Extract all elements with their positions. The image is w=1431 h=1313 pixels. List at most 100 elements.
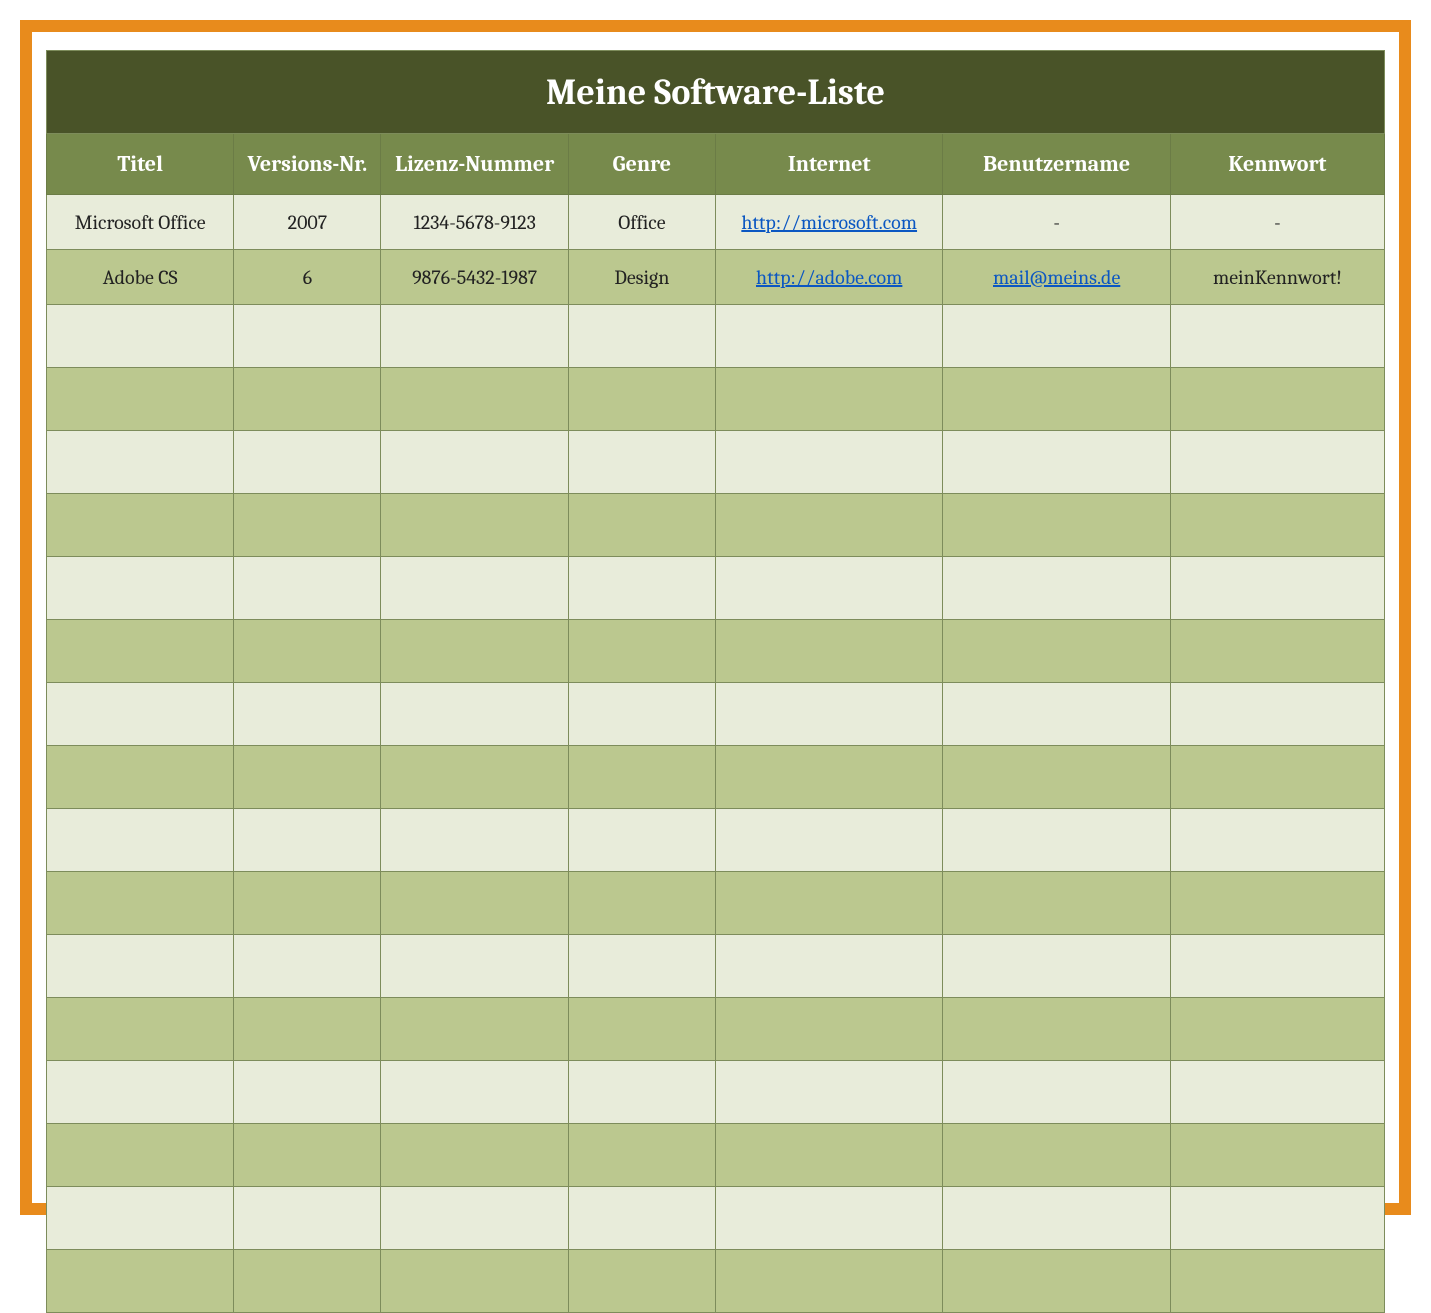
empty-cell[interactable] [943,494,1170,557]
empty-cell[interactable] [1170,998,1384,1061]
empty-cell[interactable] [568,872,715,935]
empty-cell[interactable] [381,935,568,998]
empty-cell[interactable] [715,620,942,683]
empty-cell[interactable] [1170,1250,1384,1313]
empty-cell[interactable] [1170,683,1384,746]
empty-cell[interactable] [234,431,381,494]
cell-internet-link[interactable]: http://adobe.com [756,266,902,289]
cell-lizenz[interactable]: 1234-5678-9123 [381,195,568,250]
empty-cell[interactable] [715,746,942,809]
cell-benutzer[interactable]: - [943,195,1170,250]
table-row[interactable] [47,305,1385,368]
empty-cell[interactable] [47,1250,234,1313]
empty-cell[interactable] [234,368,381,431]
table-row[interactable]: Microsoft Office20071234-5678-9123Office… [47,195,1385,250]
table-row[interactable] [47,557,1385,620]
cell-kennwort[interactable]: - [1170,195,1384,250]
empty-cell[interactable] [568,1124,715,1187]
empty-cell[interactable] [715,809,942,872]
table-row[interactable] [47,1187,1385,1250]
empty-cell[interactable] [943,935,1170,998]
empty-cell[interactable] [943,872,1170,935]
empty-cell[interactable] [1170,1061,1384,1124]
empty-cell[interactable] [715,431,942,494]
empty-cell[interactable] [234,746,381,809]
empty-cell[interactable] [715,305,942,368]
empty-cell[interactable] [943,809,1170,872]
cell-kennwort[interactable]: meinKennwort! [1170,250,1384,305]
empty-cell[interactable] [1170,431,1384,494]
cell-genre[interactable]: Office [568,195,715,250]
empty-cell[interactable] [234,494,381,557]
empty-cell[interactable] [47,872,234,935]
empty-cell[interactable] [47,683,234,746]
table-row[interactable] [47,1250,1385,1313]
empty-cell[interactable] [381,746,568,809]
empty-cell[interactable] [1170,620,1384,683]
empty-cell[interactable] [568,935,715,998]
empty-cell[interactable] [381,1124,568,1187]
empty-cell[interactable] [381,620,568,683]
empty-cell[interactable] [234,1061,381,1124]
empty-cell[interactable] [715,1124,942,1187]
table-row[interactable] [47,1061,1385,1124]
empty-cell[interactable] [715,557,942,620]
table-row[interactable] [47,935,1385,998]
empty-cell[interactable] [381,368,568,431]
cell-titel[interactable]: Microsoft Office [47,195,234,250]
empty-cell[interactable] [1170,935,1384,998]
empty-cell[interactable] [943,1187,1170,1250]
empty-cell[interactable] [1170,746,1384,809]
empty-cell[interactable] [381,494,568,557]
empty-cell[interactable] [568,368,715,431]
cell-benutzer[interactable]: mail@meins.de [943,250,1170,305]
empty-cell[interactable] [715,1250,942,1313]
empty-cell[interactable] [943,746,1170,809]
empty-cell[interactable] [234,557,381,620]
empty-cell[interactable] [943,998,1170,1061]
cell-version[interactable]: 2007 [234,195,381,250]
empty-cell[interactable] [568,746,715,809]
empty-cell[interactable] [943,683,1170,746]
empty-cell[interactable] [943,1250,1170,1313]
empty-cell[interactable] [234,620,381,683]
empty-cell[interactable] [234,305,381,368]
empty-cell[interactable] [568,998,715,1061]
empty-cell[interactable] [47,620,234,683]
empty-cell[interactable] [568,557,715,620]
empty-cell[interactable] [47,809,234,872]
empty-cell[interactable] [943,1124,1170,1187]
empty-cell[interactable] [568,431,715,494]
empty-cell[interactable] [715,1187,942,1250]
empty-cell[interactable] [234,935,381,998]
empty-cell[interactable] [234,1187,381,1250]
empty-cell[interactable] [47,1124,234,1187]
empty-cell[interactable] [1170,1187,1384,1250]
table-row[interactable] [47,494,1385,557]
empty-cell[interactable] [234,872,381,935]
empty-cell[interactable] [47,368,234,431]
table-row[interactable] [47,1124,1385,1187]
empty-cell[interactable] [47,557,234,620]
empty-cell[interactable] [943,431,1170,494]
empty-cell[interactable] [381,1061,568,1124]
empty-cell[interactable] [381,998,568,1061]
table-row[interactable] [47,872,1385,935]
empty-cell[interactable] [381,809,568,872]
empty-cell[interactable] [1170,305,1384,368]
table-row[interactable] [47,683,1385,746]
empty-cell[interactable] [568,305,715,368]
empty-cell[interactable] [381,305,568,368]
table-row[interactable] [47,746,1385,809]
cell-genre[interactable]: Design [568,250,715,305]
table-row[interactable] [47,998,1385,1061]
empty-cell[interactable] [715,998,942,1061]
empty-cell[interactable] [47,1187,234,1250]
empty-cell[interactable] [1170,809,1384,872]
empty-cell[interactable] [381,872,568,935]
empty-cell[interactable] [234,998,381,1061]
empty-cell[interactable] [943,305,1170,368]
empty-cell[interactable] [943,368,1170,431]
cell-internet[interactable]: http://adobe.com [715,250,942,305]
empty-cell[interactable] [234,809,381,872]
